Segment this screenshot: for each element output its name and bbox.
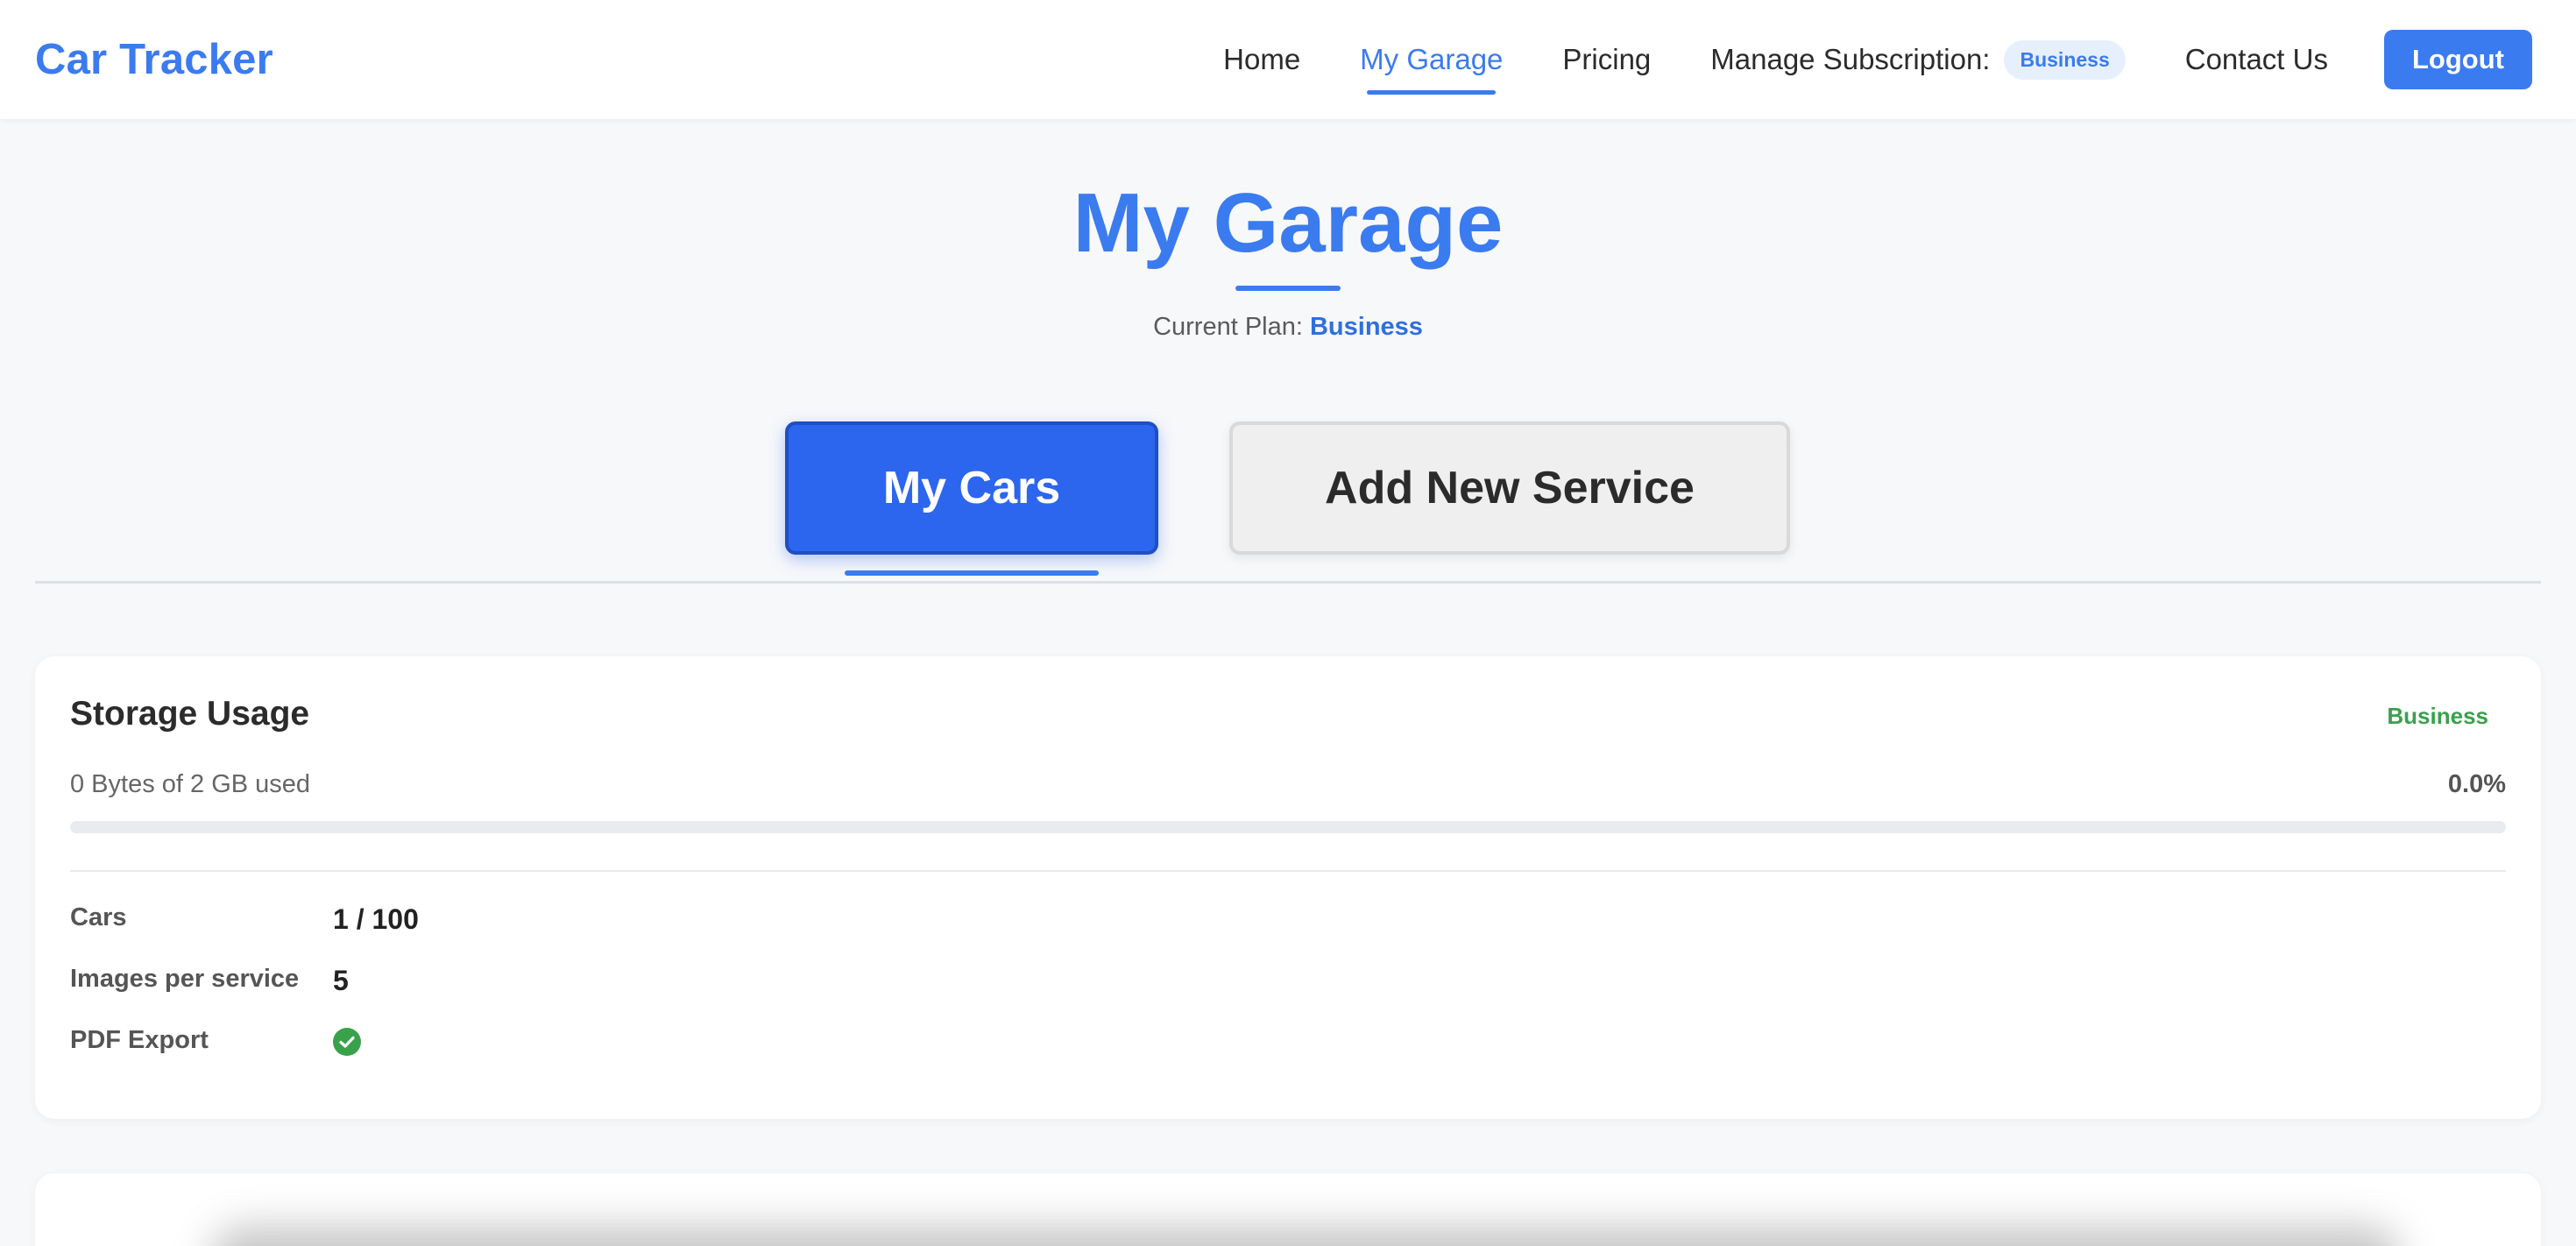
next-section-card	[35, 1173, 2541, 1246]
card-divider	[70, 870, 2506, 872]
check-circle-icon	[333, 1028, 361, 1056]
logout-button[interactable]: Logout	[2383, 30, 2532, 89]
tabs-divider	[35, 581, 2541, 584]
current-plan-name: Business	[1309, 313, 1423, 341]
storage-usage-percent: 0.0%	[2447, 770, 2506, 798]
current-plan-line: Current Plan: Business	[0, 313, 2576, 342]
current-plan-label: Current Plan:	[1153, 313, 1303, 341]
subscription-badge: Business	[2004, 39, 2126, 80]
tab-my-cars[interactable]: My Cars	[785, 421, 1158, 555]
active-tab-indicator	[845, 570, 1099, 576]
storage-usage-text: 0 Bytes of 2 GB used	[70, 770, 311, 798]
storage-progress-bar	[70, 821, 2506, 833]
brand-logo[interactable]: Car Tracker	[35, 35, 273, 84]
top-navbar: Car Tracker Home My Garage Pricing Manag…	[0, 0, 2576, 119]
title-underline	[1235, 286, 1341, 291]
pdf-export-label: PDF Export	[70, 1026, 209, 1054]
storage-usage-card: Storage Usage Business 0 Bytes of 2 GB u…	[35, 656, 2541, 1119]
manage-subscription-label: Manage Subscription:	[1710, 43, 1991, 75]
storage-usage-title: Storage Usage	[70, 695, 310, 733]
nav-my-garage[interactable]: My Garage	[1360, 0, 1503, 119]
cars-limit-label: Cars	[70, 903, 127, 931]
nav-manage-subscription[interactable]: Manage Subscription: Business	[1710, 0, 2126, 119]
nav-contact-us[interactable]: Contact Us	[2185, 0, 2328, 119]
page-title: My Garage	[1072, 176, 1504, 270]
main-nav: Home My Garage Pricing Manage Subscripti…	[1164, 0, 2532, 119]
images-per-service-label: Images per service	[70, 965, 300, 993]
overlay-shadow	[210, 1226, 2401, 1246]
nav-home[interactable]: Home	[1223, 0, 1300, 119]
page: Car Tracker Home My Garage Pricing Manag…	[0, 0, 2576, 1246]
nav-pricing[interactable]: Pricing	[1562, 0, 1651, 119]
plan-badge: Business	[2387, 703, 2488, 729]
images-per-service-value: 5	[333, 965, 349, 996]
tab-add-new-service[interactable]: Add New Service	[1229, 421, 1790, 555]
cars-limit-value: 1 / 100	[333, 903, 419, 935]
